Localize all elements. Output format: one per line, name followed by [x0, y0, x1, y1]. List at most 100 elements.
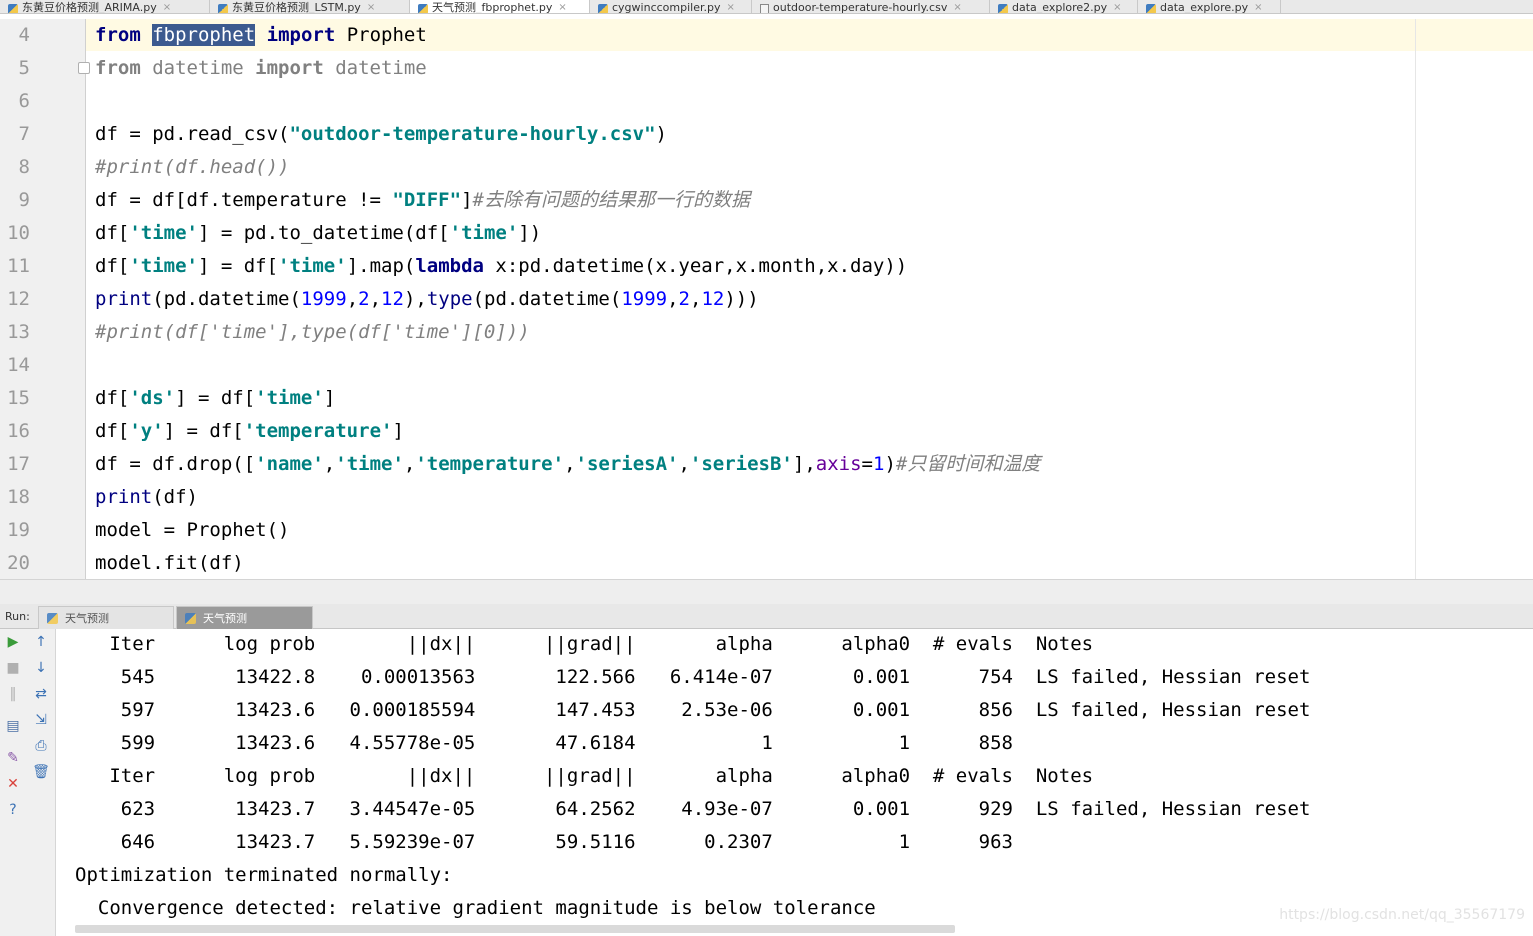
code-line[interactable]: 7 df = pd.read_csv("outdoor-temperature-h…: [0, 118, 1533, 151]
code-text: print(pd.datetime(1999,2,12),type(pd.dat…: [95, 283, 759, 316]
console-line: 545 13422.8 0.00013563 122.566 6.414e-07…: [75, 666, 1311, 688]
code-line[interactable]: 19 model = Prophet(): [0, 514, 1533, 547]
code-token: 2: [358, 288, 370, 310]
code-line[interactable]: 16 df['y'] = df['temperature']: [0, 415, 1533, 448]
code-token: ,: [689, 288, 702, 310]
python-file-icon: [998, 4, 1008, 13]
print-icon[interactable]: ⎙: [32, 737, 50, 755]
csv-file-icon: [760, 4, 769, 13]
code-text: print(df): [95, 481, 198, 514]
code-token: 12: [701, 288, 725, 310]
editor-tab[interactable]: data_explore2.py ×: [990, 0, 1138, 14]
editor-tab[interactable]: data_explore.py ×: [1138, 0, 1281, 13]
editor-tab[interactable]: 东黄豆价格预测_ARIMA.py ×: [0, 0, 210, 14]
code-line[interactable]: 11 df['time'] = df['time'].map(lambda x:p…: [0, 250, 1533, 283]
code-line[interactable]: 8 #print(df.head()): [0, 151, 1533, 184]
tab-close-icon[interactable]: ×: [367, 2, 375, 13]
tab-close-icon[interactable]: ×: [726, 2, 734, 13]
editor-tab-label: 东黄豆价格预测_LSTM.py: [232, 1, 361, 14]
run-panel-header: Run: 天气预测_fbprophet天气预测_fbprophet: [0, 604, 1533, 648]
python-file-icon: [418, 4, 428, 13]
code-token: print: [95, 486, 153, 508]
rerun-icon[interactable]: ▶: [4, 633, 22, 651]
editor-tab[interactable]: 东黄豆价格预测_LSTM.py ×: [210, 0, 410, 14]
run-console-output[interactable]: https://blog.csdn.net/qq_35567179 Iter l…: [57, 629, 1533, 936]
code-token: ] = df[: [163, 420, 244, 442]
code-token: ): [655, 123, 667, 145]
code-line[interactable]: 13 #print(df['time'],type(df['time'][0])): [0, 316, 1533, 349]
code-line[interactable]: 4 from fbprophet import Prophet: [0, 19, 1533, 52]
code-token: ],: [792, 453, 816, 475]
code-line[interactable]: 14: [0, 349, 1533, 382]
console-line: Iter log prob ||dx|| ||grad|| alpha alph…: [75, 765, 1094, 787]
tab-close-icon[interactable]: ×: [558, 2, 566, 13]
code-line[interactable]: 18 print(df): [0, 481, 1533, 514]
console-line: 646 13423.7 5.59239e-07 59.5116 0.2307 1…: [75, 831, 1013, 853]
console-horizontal-scrollbar[interactable]: [75, 925, 955, 933]
code-line[interactable]: 20 model.fit(df): [0, 547, 1533, 579]
pin-icon[interactable]: ✎: [4, 749, 22, 767]
watermark-text: https://blog.csdn.net/qq_35567179: [1279, 907, 1525, 923]
code-token: ),: [403, 288, 427, 310]
python-file-icon: [1146, 4, 1156, 13]
fold-marker-icon[interactable]: [78, 62, 90, 74]
console-line: 597 13423.6 0.000185594 147.453 2.53e-06…: [75, 699, 1311, 721]
code-line[interactable]: 9 df = df[df.temperature != "DIFF"]#去除有问题…: [0, 184, 1533, 217]
code-text: #print(df['time'],type(df['time'][0])): [95, 316, 530, 349]
code-token: ,: [678, 453, 690, 475]
code-line[interactable]: 17 df = df.drop(['name','time','temperatu…: [0, 448, 1533, 481]
code-token: 12: [381, 288, 404, 310]
code-token: #print(df['time'],type(df['time'][0])): [95, 321, 530, 343]
clear-icon[interactable]: 🗑: [32, 763, 50, 781]
python-file-icon: [218, 4, 228, 13]
tab-close-icon[interactable]: ×: [1113, 2, 1121, 13]
stop-icon[interactable]: ■: [4, 659, 22, 677]
code-line[interactable]: 12 print(pd.datetime(1999,2,12),type(pd.d…: [0, 283, 1533, 316]
close-icon[interactable]: ✕: [4, 775, 22, 793]
line-number: 12: [7, 288, 30, 310]
code-line[interactable]: 6: [0, 85, 1533, 118]
pause-icon[interactable]: ‖: [4, 685, 22, 703]
code-token: 'time': [129, 222, 198, 244]
editor-tab[interactable]: cygwinccompiler.py ×: [590, 0, 752, 13]
layout-icon[interactable]: ▤: [4, 717, 22, 735]
code-token: 'seriesA': [575, 453, 679, 475]
code-token: Prophet: [335, 24, 427, 46]
code-token: print: [95, 288, 153, 310]
code-text: df['time'] = df['time'].map(lambda x:pd.…: [95, 250, 907, 283]
code-token: "outdoor-temperature-hourly.csv": [289, 123, 656, 145]
tab-close-icon[interactable]: ×: [163, 2, 171, 13]
run-config-tab[interactable]: 天气预测_fbprophet: [176, 606, 313, 648]
code-line[interactable]: 15 df['ds'] = df['time']: [0, 382, 1533, 415]
editor-tab[interactable]: outdoor-temperature-hourly.csv ×: [752, 0, 990, 13]
code-token: 'time': [335, 453, 404, 475]
python-run-icon: [185, 613, 196, 624]
code-token: df[: [95, 420, 130, 442]
code-line[interactable]: 5 from datetime import datetime: [0, 52, 1533, 85]
code-token: ,: [403, 453, 416, 475]
run-config-tab[interactable]: 天气预测_fbprophet: [38, 606, 174, 648]
code-editor[interactable]: 4 from fbprophet import Prophet 5 from date…: [0, 19, 1533, 579]
soft-wrap-icon[interactable]: ⇄: [32, 685, 50, 703]
tab-close-icon[interactable]: ×: [953, 2, 961, 13]
editor-tab-label: data_explore2.py: [1012, 1, 1108, 14]
line-number: 14: [7, 354, 30, 376]
code-token: 'time': [278, 255, 347, 277]
python-run-icon: [47, 613, 58, 624]
code-token: (pd.datetime(: [152, 288, 301, 310]
code-line[interactable]: 10 df['time'] = pd.to_datetime(df['time']…: [0, 217, 1533, 250]
line-number: 6: [18, 90, 30, 112]
panel-splitter[interactable]: [0, 579, 1533, 604]
tab-close-icon[interactable]: ×: [1254, 2, 1262, 13]
scroll-up-icon[interactable]: ↑: [32, 633, 50, 651]
editor-tab-label: 东黄豆价格预测_ARIMA.py: [22, 1, 157, 14]
code-token: 'temperature': [243, 420, 393, 442]
scroll-down-icon[interactable]: ↓: [32, 659, 50, 677]
code-text: df = df[df.temperature != "DIFF"]#去除有问题的…: [95, 184, 750, 217]
help-icon[interactable]: ?: [4, 801, 22, 819]
scroll-to-end-icon[interactable]: ⇲: [32, 711, 50, 729]
code-text: #print(df.head()): [95, 151, 289, 184]
code-token: 'time': [255, 387, 324, 409]
editor-tab[interactable]: 天气预测_fbprophet.py ×: [410, 0, 590, 13]
